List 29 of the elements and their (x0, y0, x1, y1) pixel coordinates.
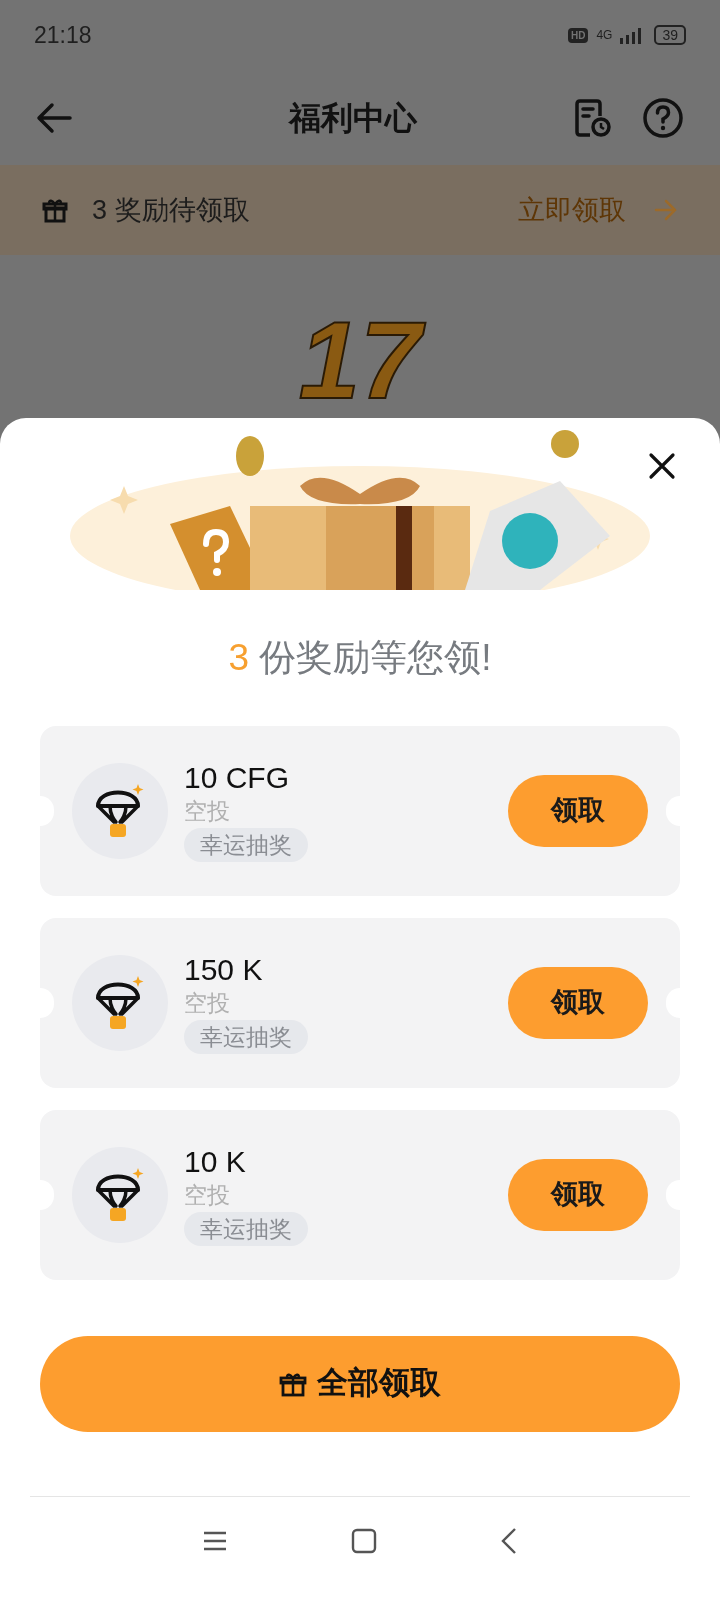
back-arrow-icon[interactable] (36, 101, 72, 134)
reward-amount: 10 K (184, 1143, 246, 1180)
reward-type: 空投 (184, 796, 230, 826)
home-icon[interactable] (351, 1527, 377, 1554)
hd-icon: HD (567, 27, 589, 43)
claim-button[interactable]: 领取 (508, 774, 648, 847)
gift-icon (42, 196, 70, 224)
reward-type: 空投 (184, 988, 230, 1018)
reward-amount: 10 CFG (184, 759, 290, 796)
battery-indicator: 39 (654, 25, 686, 45)
notice-text: 3 奖励待领取 (92, 193, 250, 227)
close-icon[interactable] (648, 452, 676, 480)
history-icon[interactable] (574, 97, 612, 138)
page-title: 福利中心 (289, 98, 417, 138)
back-icon[interactable] (500, 1526, 519, 1555)
claim-button[interactable]: 领取 (508, 966, 648, 1039)
menu-icon[interactable] (201, 1529, 228, 1552)
reward-tag: 幸运抽奖 (184, 827, 308, 862)
claim-all-button[interactable]: 全部领取 (40, 1335, 680, 1432)
right-arrow-icon (654, 199, 678, 221)
status-time: 21:18 (34, 20, 92, 50)
network-label: 4G (596, 29, 613, 41)
reward-amount: 150 K (184, 951, 263, 988)
help-icon[interactable] (642, 96, 684, 139)
reward-type: 空投 (184, 1180, 230, 1210)
sheet-title: 3 份奖励等您领! (227, 636, 493, 680)
claim-button[interactable]: 领取 (508, 1158, 648, 1231)
reward-tag: 幸运抽奖 (184, 1211, 308, 1246)
reward-tag: 幸运抽奖 (184, 1019, 308, 1054)
